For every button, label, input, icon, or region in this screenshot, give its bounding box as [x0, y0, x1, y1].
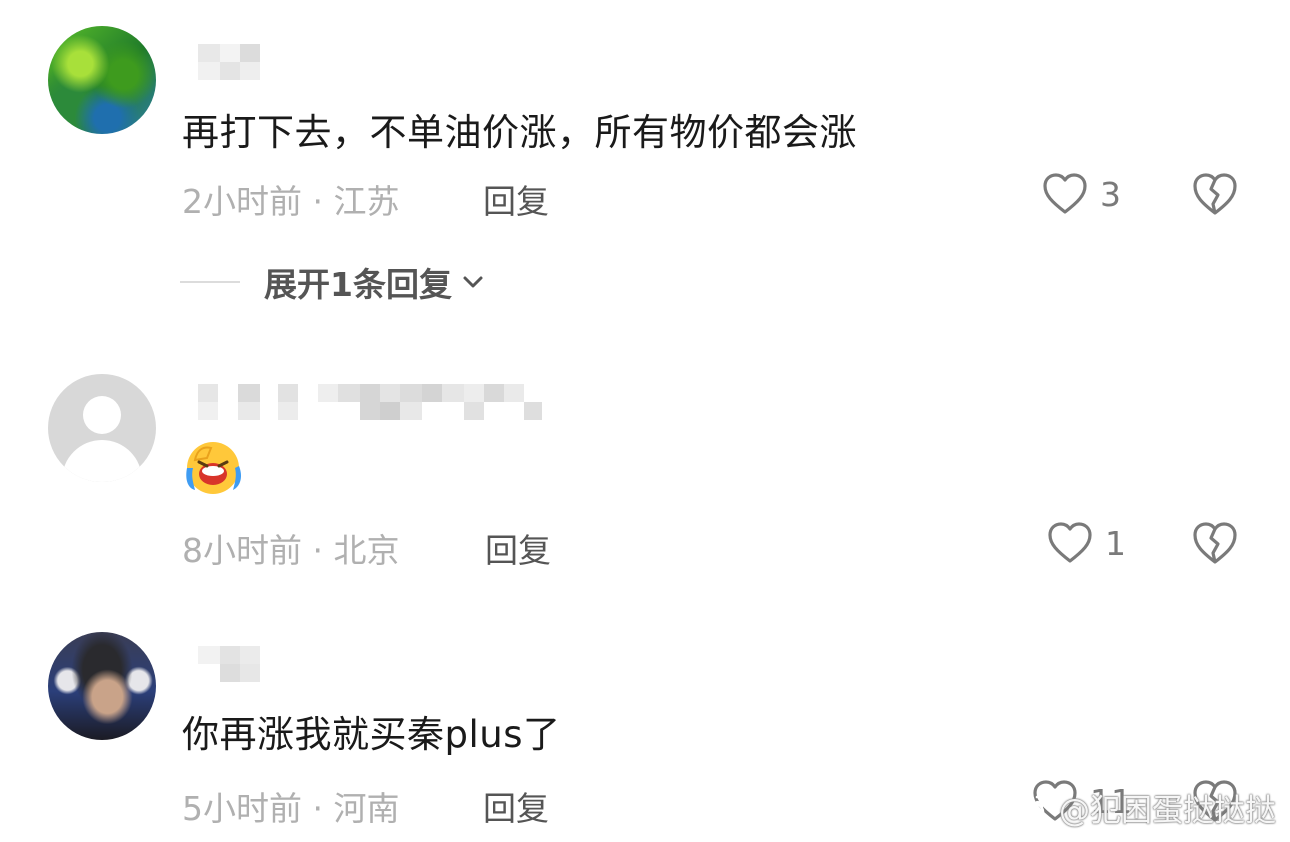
username-blurred[interactable] [198, 384, 543, 422]
username-blurred[interactable] [198, 44, 262, 82]
comment-meta: 8小时前 · 北京 [182, 531, 400, 570]
avatar[interactable] [48, 26, 156, 134]
broken-heart-icon[interactable] [1191, 171, 1239, 217]
heart-outline-icon [1043, 173, 1087, 214]
reply-button[interactable]: 回复 [483, 782, 549, 830]
avatar[interactable] [48, 632, 156, 740]
comment-text: 再打下去，不单油价涨，所有物价都会涨 [182, 111, 857, 154]
like-count: 3 [1100, 174, 1121, 214]
heart-outline-icon [1048, 522, 1092, 563]
watermark-text: @犯困蛋挞挞挞 [1059, 793, 1276, 829]
chevron-down-icon [463, 276, 483, 288]
avatar[interactable] [48, 374, 156, 482]
reply-button[interactable]: 回复 [485, 524, 551, 572]
avatar-head [83, 396, 121, 434]
weibo-logo-icon [1007, 795, 1049, 824]
expand-replies-label: 展开1条回复 [264, 265, 452, 304]
broken-heart-icon[interactable] [1191, 520, 1239, 566]
watermark: @犯困蛋挞挞挞 [1007, 785, 1276, 830]
comment-text: 你再涨我就买秦plus了 [182, 713, 561, 756]
like-button[interactable]: 3 [1042, 172, 1121, 216]
laughing-crying-emoji [186, 442, 241, 494]
comment-meta: 2小时前 · 江苏 [182, 182, 400, 221]
reply-button[interactable]: 回复 [483, 175, 549, 223]
like-button[interactable]: 1 [1047, 521, 1126, 565]
avatar-shoulders [62, 440, 142, 482]
divider-line [180, 281, 240, 283]
like-count: 1 [1105, 523, 1126, 563]
comment-meta: 5小时前 · 河南 [182, 789, 400, 828]
expand-replies-button[interactable]: 展开1条回复 [180, 258, 486, 306]
username-blurred[interactable] [198, 646, 262, 684]
